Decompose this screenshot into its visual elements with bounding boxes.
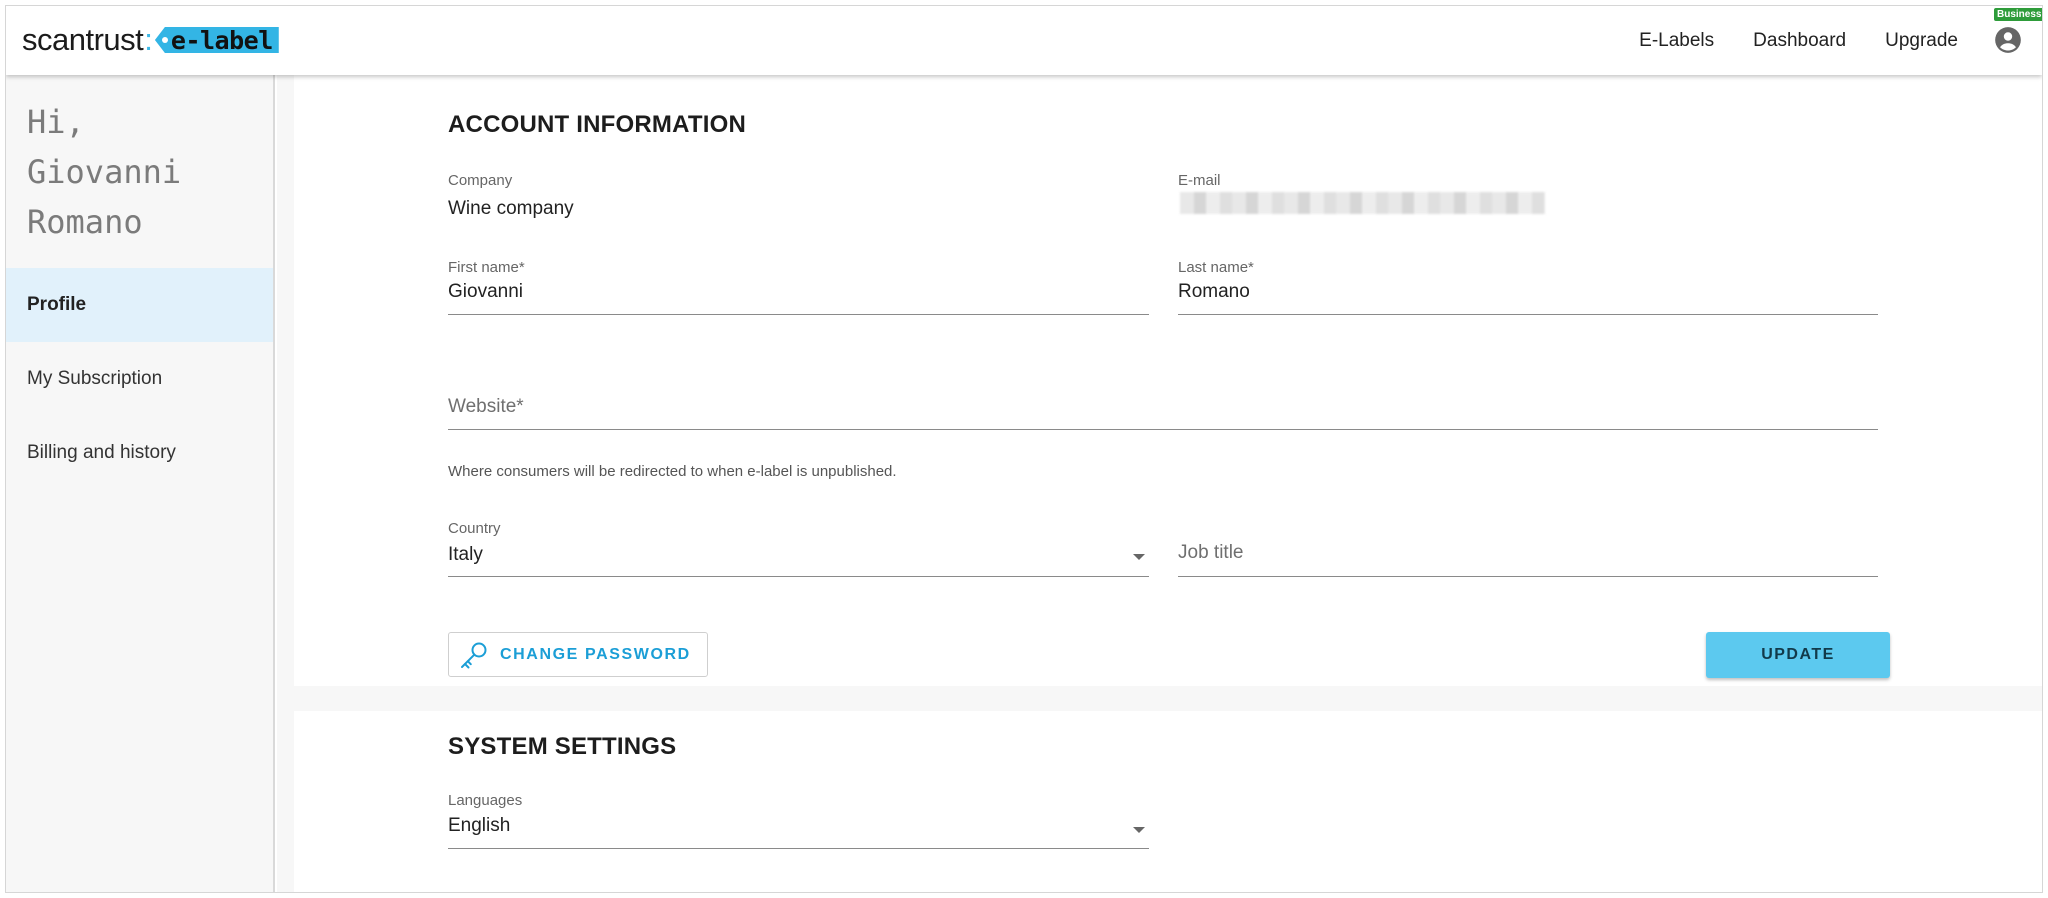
nav-e-labels[interactable]: E-Labels — [1639, 30, 1714, 52]
nav-upgrade[interactable]: Upgrade — [1885, 30, 1958, 52]
website-underline — [448, 429, 1878, 430]
last-name-underline — [1178, 314, 1878, 315]
sidebar-item-subscription[interactable]: My Subscription — [6, 342, 273, 416]
section-title-system: SYSTEM SETTINGS — [448, 733, 677, 760]
logo-tag-text: e-label — [170, 25, 273, 55]
system-settings-card: SYSTEM SETTINGS Languages English — [294, 711, 2042, 892]
email-label: E-mail — [1178, 172, 1221, 189]
country-select[interactable]: Italy — [448, 544, 483, 566]
website-input[interactable]: Website* — [448, 396, 524, 418]
country-label: Country — [448, 520, 501, 537]
first-name-underline — [448, 314, 1149, 315]
sidebar-item-billing[interactable]: Billing and history — [6, 416, 273, 490]
greeting: Hi, Giovanni Romano — [27, 103, 182, 241]
job-title-underline — [1178, 576, 1878, 577]
logo-wordmark: scantrust — [22, 22, 144, 57]
sidebar: Hi, Giovanni Romano Profile My Subscript… — [6, 75, 275, 892]
languages-label: Languages — [448, 792, 523, 809]
company-value: Wine company — [448, 198, 574, 219]
chevron-down-icon[interactable] — [1133, 554, 1145, 560]
scantrust-logo[interactable]: scantrust : e-label — [22, 20, 279, 60]
chevron-down-icon[interactable] — [1133, 827, 1145, 833]
company-label: Company — [448, 172, 513, 189]
change-password-button[interactable]: CHANGE PASSWORD — [448, 632, 708, 677]
sidebar-item-profile[interactable]: Profile — [6, 268, 273, 342]
first-name-input[interactable]: Giovanni — [448, 281, 523, 303]
last-name-input[interactable]: Romano — [1178, 281, 1250, 303]
languages-underline — [448, 848, 1149, 849]
plan-badge: Business — [1994, 8, 2042, 21]
main-nav: E-Labels Dashboard Upgrade — [1600, 6, 1958, 75]
website-helper-text: Where consumers will be redirected to wh… — [448, 463, 897, 480]
logo-tag: e-label — [154, 25, 279, 55]
top-bar: scantrust : e-label E-Labels Dashboard U… — [6, 6, 2042, 75]
last-name-label: Last name* — [1178, 259, 1254, 276]
logo-colon: : — [144, 22, 153, 57]
key-icon — [461, 642, 487, 668]
update-button[interactable]: UPDATE — [1706, 632, 1890, 678]
account-information-card: ACCOUNT INFORMATION Company Wine company… — [294, 75, 2042, 686]
tag-hole-icon — [161, 37, 168, 43]
account-circle-icon[interactable] — [1994, 26, 2022, 54]
nav-dashboard[interactable]: Dashboard — [1753, 30, 1846, 52]
country-underline — [448, 576, 1149, 577]
email-value-redacted — [1180, 192, 1545, 214]
app-window: scantrust : e-label E-Labels Dashboard U… — [5, 5, 2043, 893]
section-title-account: ACCOUNT INFORMATION — [448, 111, 746, 138]
change-password-label: CHANGE PASSWORD — [500, 645, 691, 663]
languages-select[interactable]: English — [448, 815, 510, 837]
update-label: UPDATE — [1761, 646, 1835, 663]
job-title-input[interactable]: Job title — [1178, 542, 1243, 564]
main-content: ACCOUNT INFORMATION Company Wine company… — [277, 75, 2042, 892]
first-name-label: First name* — [448, 259, 525, 276]
